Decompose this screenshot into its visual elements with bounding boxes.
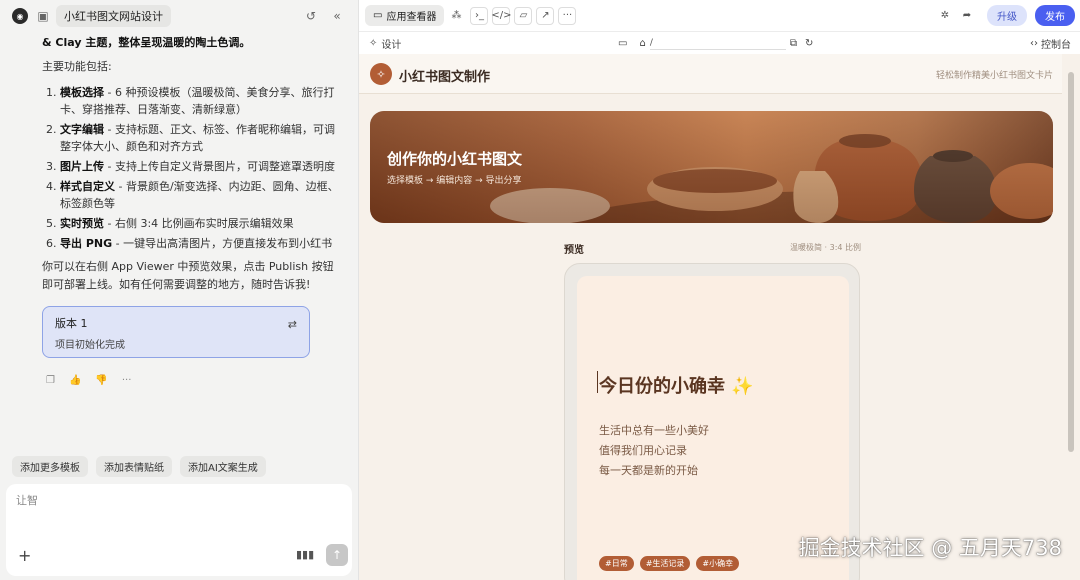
composer-input[interactable]: 让智 bbox=[16, 492, 38, 508]
list-item: 5. 实时预览 - 右侧 3:4 比例画布实时展示编辑效果 bbox=[46, 217, 294, 230]
terminal-icon[interactable]: ›_ bbox=[470, 6, 489, 25]
card-tag[interactable]: #小确幸 bbox=[696, 556, 740, 571]
upgrade-button[interactable]: 升级 bbox=[987, 5, 1027, 26]
app-preview: ✧ 小红书图文制作 轻松制作精美小红书图文卡片 创作你的小红书图文 选择模板 →… bbox=[359, 54, 1063, 580]
outro-text: 你可以在右侧 App Viewer 中预览效果，点击 Publish 按钮即可部… bbox=[42, 260, 334, 291]
list-item: 4. 样式自定义 - 背景颜色/渐变选择、内边距、圆角、边框、标签颜色等 bbox=[46, 180, 339, 210]
card-body-line[interactable]: 生活中总有一些小美好 bbox=[599, 422, 709, 438]
sidebar-toggle-icon[interactable]: ▣ bbox=[34, 7, 52, 25]
integrations-icon[interactable]: ⁂ bbox=[446, 6, 466, 26]
version-card[interactable]: 版本 1 项目初始化完成 ⇄ bbox=[42, 306, 310, 358]
scrollbar[interactable] bbox=[1062, 54, 1080, 580]
card-tag[interactable]: #生活记录 bbox=[639, 556, 691, 571]
more-tools-icon[interactable]: ··· bbox=[558, 6, 577, 25]
send-button[interactable]: ↑ bbox=[326, 544, 348, 566]
tab-app-viewer[interactable]: ▭ 应用查看器 bbox=[365, 5, 445, 26]
intro-text: & Clay 主题，整体呈现温暖的陶土色调。 bbox=[42, 36, 251, 49]
list-item: 3. 图片上传 - 支持上传自定义背景图片，可调整遮罩透明度 bbox=[46, 160, 335, 173]
publish-button[interactable]: 发布 bbox=[1035, 5, 1075, 26]
scrollbar-thumb[interactable] bbox=[1068, 72, 1074, 452]
message-actions: ❐ 👍 👎 ··· bbox=[46, 372, 342, 390]
viewer-toolbar: ▭ 应用查看器 ⁂ ›_ </> ▱ ↗ ··· ✲ ➦ 升级 发布 bbox=[359, 0, 1080, 32]
sparkle-logo-icon: ✧ bbox=[370, 63, 392, 85]
preview-meta: 温暖极简 · 3:4 比例 bbox=[790, 243, 862, 252]
card-body-line[interactable]: 值得我们用心记录 bbox=[599, 442, 687, 458]
app-header: ✧ 小红书图文制作 轻松制作精美小红书图文卡片 bbox=[359, 54, 1063, 94]
features-heading: 主要功能包括: bbox=[42, 60, 112, 73]
design-toggle[interactable]: 设计 bbox=[381, 36, 401, 51]
suggestion-chips: 添加更多模板 添加表情贴纸 添加AI文案生成 bbox=[12, 456, 266, 477]
suggestion-chip[interactable]: 添加AI文案生成 bbox=[180, 456, 266, 477]
list-item: 1. 模板选择 - 6 种预设模板（温暖极简、美食分享、旅行打卡、穿搭推荐、日落渐… bbox=[46, 86, 335, 116]
card-body-line[interactable]: 每一天都是新的开始 bbox=[599, 462, 698, 478]
app-viewer-icon: ▭ bbox=[373, 10, 383, 21]
card-title[interactable]: 今日份的小确幸 ✨ bbox=[599, 372, 754, 398]
open-external-icon[interactable]: ⧉ bbox=[790, 38, 797, 49]
hero-banner: 创作你的小红书图文 选择模板 → 编辑内容 → 导出分享 bbox=[370, 111, 1053, 223]
watermark: 掘金技术社区 @ 五月天738 bbox=[798, 536, 1062, 560]
card-tags: #日常 #生活记录 #小确幸 bbox=[599, 556, 740, 571]
address-bar: ✧ 设计 ▭ ⌂ / ⧉ ↻ ‹› 控制台 bbox=[359, 32, 1080, 54]
share-icon[interactable]: ➦ bbox=[957, 6, 977, 26]
version-desc: 项目初始化完成 bbox=[55, 340, 125, 351]
hero-subtitle: 选择模板 → 编辑内容 → 导出分享 bbox=[387, 176, 522, 186]
app-title: 小红书图文制作 bbox=[399, 70, 491, 85]
url-input[interactable]: / bbox=[649, 36, 786, 50]
copy-icon[interactable]: ❐ bbox=[46, 372, 55, 390]
design-icon[interactable]: ✧ bbox=[369, 38, 377, 49]
message-composer[interactable]: 让智 + ▮▮▮ ↑ bbox=[6, 484, 352, 576]
version-title: 版本 1 bbox=[55, 317, 88, 330]
chat-panel: ◉ ▣ 小红书图文网站设计 ↺ « & Clay 主题，整体呈现温暖的陶土色调。… bbox=[0, 0, 358, 580]
collapse-icon[interactable]: « bbox=[328, 7, 346, 25]
chart-icon[interactable]: ↗ bbox=[536, 6, 555, 25]
project-title[interactable]: 小红书图文网站设计 bbox=[56, 5, 171, 27]
debug-icon[interactable]: ✲ bbox=[935, 6, 955, 26]
list-item: 2. 文字编辑 - 支持标题、正文、标签、作者昵称编辑，可调整字体大小、颜色和对齐… bbox=[46, 123, 335, 153]
device-icon[interactable]: ▭ bbox=[618, 38, 627, 49]
app-logo-icon[interactable]: ◉ bbox=[12, 8, 28, 24]
suggestion-chip[interactable]: 添加表情贴纸 bbox=[96, 456, 172, 477]
suggestion-chip[interactable]: 添加更多模板 bbox=[12, 456, 88, 477]
chat-header: ◉ ▣ 小红书图文网站设计 ↺ « bbox=[0, 0, 358, 32]
card-tag[interactable]: #日常 bbox=[599, 556, 634, 571]
feature-list: 1. 模板选择 - 6 种预设模板（温暖极简、美食分享、旅行打卡、穿搭推荐、日落渐… bbox=[46, 84, 342, 252]
add-attachment-icon[interactable]: + bbox=[18, 546, 31, 565]
shuffle-icon[interactable]: ⇄ bbox=[288, 316, 297, 334]
preview-label: 预览 bbox=[564, 245, 584, 256]
code-icon[interactable]: </> bbox=[491, 6, 512, 25]
app-viewer-panel: ▭ 应用查看器 ⁂ ›_ </> ▱ ↗ ··· ✲ ➦ 升级 发布 ✧ 设计 … bbox=[358, 0, 1080, 580]
list-item: 6. 导出 PNG - 一键导出高清图片，方便直接发布到小红书 bbox=[46, 237, 333, 250]
refresh-icon[interactable]: ↻ bbox=[805, 38, 813, 49]
console-toggle[interactable]: 控制台 bbox=[1041, 36, 1071, 51]
thumbs-up-icon[interactable]: 👍 bbox=[69, 372, 81, 390]
voice-input-icon[interactable]: ▮▮▮ bbox=[296, 548, 314, 561]
app-tagline: 轻松制作精美小红书图文卡片 bbox=[935, 71, 1053, 81]
history-icon[interactable]: ↺ bbox=[302, 7, 320, 25]
folder-icon[interactable]: ▱ bbox=[514, 6, 533, 25]
hero-title: 创作你的小红书图文 bbox=[387, 150, 523, 168]
home-icon[interactable]: ⌂ bbox=[639, 38, 645, 49]
more-icon[interactable]: ··· bbox=[122, 372, 132, 390]
text-cursor bbox=[597, 371, 598, 393]
assistant-message: & Clay 主题，整体呈现温暖的陶土色调。 主要功能包括: 1. 模板选择 - … bbox=[42, 34, 342, 390]
thumbs-down-icon[interactable]: 👎 bbox=[95, 372, 107, 390]
console-icon[interactable]: ‹› bbox=[1030, 38, 1038, 49]
